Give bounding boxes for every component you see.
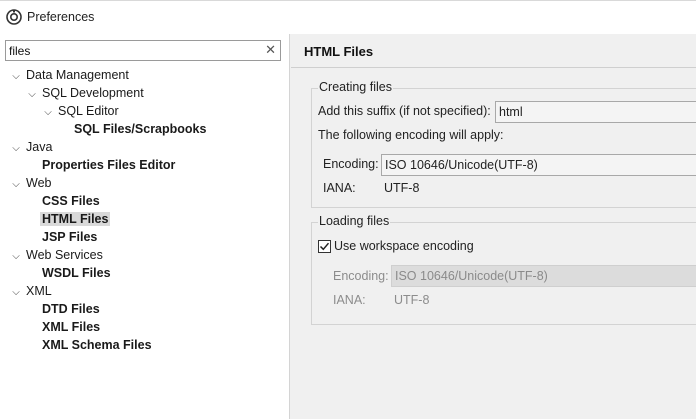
tree-item-sql-files-scrapbooks[interactable]: SQL Files/Scrapbooks bbox=[74, 120, 206, 138]
loading-iana-label: IANA: bbox=[333, 293, 366, 307]
clear-icon[interactable]: ✕ bbox=[265, 42, 276, 58]
creating-encoding-label: Encoding: bbox=[323, 157, 379, 171]
filter-input[interactable] bbox=[9, 42, 259, 59]
suffix-input[interactable]: html bbox=[495, 101, 696, 123]
tree-item-data-management[interactable]: ⌵ Data Management bbox=[10, 66, 129, 84]
tree-item-xml[interactable]: ⌵ XML bbox=[10, 282, 52, 300]
loading-encoding-combo: ISO 10646/Unicode(UTF-8) bbox=[391, 265, 696, 287]
window-title: Preferences bbox=[27, 10, 95, 24]
suffix-label: Add this suffix (if not specified): bbox=[318, 104, 491, 118]
preference-page: HTML Files Creating files Add this suffi… bbox=[291, 34, 696, 419]
tree-item-web-services[interactable]: ⌵ Web Services bbox=[10, 246, 103, 264]
creating-iana-label: IANA: bbox=[323, 181, 356, 195]
title-separator bbox=[291, 67, 696, 68]
tree-item-xml-schema-files[interactable]: XML Schema Files bbox=[42, 336, 152, 354]
title-bar: Preferences bbox=[0, 0, 696, 34]
workspace-encoding-checkbox[interactable] bbox=[318, 240, 331, 253]
creating-files-group-title: Creating files bbox=[318, 80, 393, 94]
creating-encoding-combo[interactable]: ISO 10646/Unicode(UTF-8) bbox=[381, 154, 696, 176]
chevron-down-icon[interactable]: ⌵ bbox=[10, 68, 22, 86]
loading-files-group-title: Loading files bbox=[318, 214, 391, 228]
filter-field[interactable]: ✕ bbox=[5, 40, 281, 61]
tree-item-dtd-files[interactable]: DTD Files bbox=[42, 300, 100, 318]
chevron-down-icon[interactable]: ⌵ bbox=[10, 248, 22, 266]
chevron-down-icon[interactable]: ⌵ bbox=[10, 176, 22, 194]
page-title: HTML Files bbox=[304, 44, 374, 59]
creating-iana-value: UTF-8 bbox=[384, 181, 420, 195]
chevron-down-icon[interactable]: ⌵ bbox=[10, 284, 22, 302]
tree-item-jsp-files[interactable]: JSP Files bbox=[42, 228, 97, 246]
loading-iana-value: UTF-8 bbox=[394, 293, 430, 307]
preference-tree-panel: ✕ ⌵Data Management ⌵SQL Development ⌵SQL… bbox=[0, 34, 290, 419]
tree-item-web[interactable]: ⌵ Web bbox=[10, 174, 51, 192]
tree-item-sql-development[interactable]: ⌵ SQL Development bbox=[26, 84, 143, 104]
tree-item-xml-files[interactable]: XML Files bbox=[42, 318, 100, 336]
chevron-down-icon[interactable]: ⌵ bbox=[42, 104, 54, 122]
eclipse-icon bbox=[6, 9, 22, 25]
chevron-down-icon[interactable]: ⌵ bbox=[10, 140, 22, 158]
chevron-down-icon[interactable]: ⌵ bbox=[26, 86, 38, 104]
tree-item-sql-editor[interactable]: ⌵ SQL Editor bbox=[42, 102, 118, 122]
tree-item-wsdl-files[interactable]: WSDL Files bbox=[42, 264, 111, 282]
encoding-note: The following encoding will apply: bbox=[318, 128, 504, 142]
loading-encoding-label: Encoding: bbox=[333, 269, 389, 283]
tree-item-css-files[interactable]: CSS Files bbox=[42, 192, 100, 210]
tree-item-html-files[interactable]: HTML Files bbox=[40, 210, 111, 228]
check-icon bbox=[319, 242, 330, 251]
tree-item-java[interactable]: ⌵ Java bbox=[10, 138, 52, 156]
workspace-encoding-label[interactable]: Use workspace encoding bbox=[334, 239, 474, 253]
tree-item-properties-files-editor[interactable]: Properties Files Editor bbox=[42, 156, 175, 174]
